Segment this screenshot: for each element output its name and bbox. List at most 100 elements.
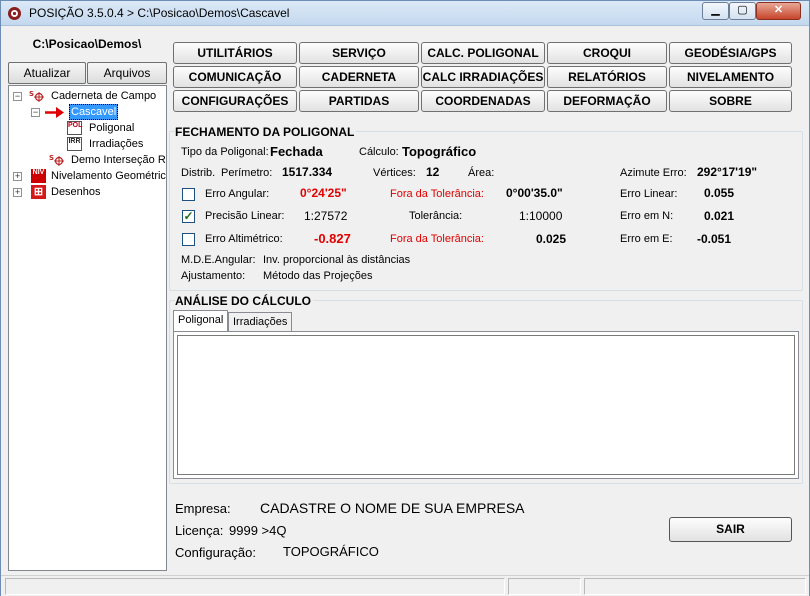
tree-item-label: Nivelamento Geométrico [51, 170, 167, 182]
mde-angular-value: Inv. proporcional às distâncias [263, 254, 411, 266]
tree-item-poligonal[interactable]: POL Poligonal [67, 120, 166, 136]
tab-poligonal[interactable]: Poligonal [173, 310, 229, 332]
licenca-label: Licença: [175, 523, 224, 538]
status-bar [1, 575, 809, 596]
drawing-icon: ⊞ [31, 185, 46, 199]
erro-linear-value: 0.055 [704, 186, 735, 200]
comunicacao-button[interactable]: COMUNICAÇÃO [173, 66, 297, 88]
erro-altimetrico-label: Erro Altimétrico: [205, 233, 283, 245]
left-panel: C:\Posicao\Demos\ Atualizar Arquivos − S… [7, 32, 167, 572]
tree-item-label: Caderneta de Campo [51, 90, 157, 102]
empresa-value: CADASTRE O NOME DE SUA EMPRESA [260, 500, 525, 516]
survey-book-icon: S [29, 90, 44, 102]
tree-item-label: Irradiações [89, 138, 144, 150]
servico-button[interactable]: SERVIÇO [299, 42, 419, 64]
expand-icon[interactable]: + [13, 172, 22, 181]
fechamento-title: FECHAMENTO DA POLIGONAL [175, 125, 357, 139]
erro-e-value: -0.051 [697, 232, 732, 246]
tree-item-caderneta[interactable]: − S Caderneta de Campo [13, 88, 166, 104]
tree-item-label: Demo Interseção Re [71, 154, 167, 166]
calc-irradiacoes-button[interactable]: CALC IRRADIAÇÕES [421, 66, 545, 88]
erro-e-label: Erro em E: [620, 233, 673, 245]
window-title: POSIÇÃO 3.5.0.4 > C:\Posicao\Demos\Casca… [29, 6, 290, 20]
collapse-icon[interactable]: − [13, 92, 22, 101]
configuracao-label: Configuração: [175, 545, 256, 560]
collapse-icon[interactable]: − [31, 108, 40, 117]
sair-button[interactable]: SAIR [669, 517, 792, 542]
analise-text-area[interactable] [177, 335, 795, 475]
calculo-label: Cálculo: [359, 146, 399, 158]
tree-item-demo-intersecao[interactable]: S Demo Interseção Re [49, 152, 167, 168]
utilitarios-button[interactable]: UTILITÁRIOS [173, 42, 297, 64]
tolerancia-angular-value: 0°00'35.0" [506, 186, 563, 200]
tree-item-label-selected: Cascavel [69, 104, 119, 120]
red-arrow-icon [45, 107, 64, 118]
expand-icon[interactable]: + [13, 188, 22, 197]
geodesia-gps-button[interactable]: GEODÉSIA/GPS [669, 42, 792, 64]
analise-title: ANÁLISE DO CÁLCULO [175, 294, 313, 308]
ajustamento-value: Método das Projeções [263, 270, 373, 282]
vertices-label: Vértices: [373, 167, 416, 179]
erro-n-label: Erro em N: [620, 210, 674, 222]
precisao-linear-checkbox[interactable]: ✓ [182, 210, 195, 223]
ajustamento-label: Ajustamento: [181, 270, 246, 282]
status-pane-3 [584, 578, 806, 595]
azimute-erro-value: 292°17'19" [697, 165, 758, 179]
current-path-label: C:\Posicao\Demos\ [32, 37, 142, 51]
licenca-value: 9999 >4Q [229, 523, 287, 538]
perimetro-value: 1517.334 [282, 165, 333, 179]
erro-angular-checkbox[interactable] [182, 188, 195, 201]
perimetro-label: Perímetro: [221, 167, 273, 179]
arquivos-button[interactable]: Arquivos [87, 62, 167, 84]
status-pane-2 [508, 578, 581, 595]
tipo-poligonal-value: Fechada [270, 144, 323, 159]
analise-tab-panel [173, 331, 799, 479]
maximize-button[interactable]: ▢ [729, 2, 756, 20]
calc-poligonal-button[interactable]: CALC. POLIGONAL [421, 42, 545, 64]
fora-tolerancia-angular-label: Fora da Tolerância: [390, 188, 484, 200]
erro-altimetrico-value: -0.827 [314, 231, 351, 246]
app-logo-icon [8, 7, 21, 20]
precisao-linear-label: Precisão Linear: [205, 210, 285, 222]
nivelamento-button[interactable]: NIVELAMENTO [669, 66, 792, 88]
svg-text:S: S [49, 154, 54, 162]
sobre-button[interactable]: SOBRE [669, 90, 792, 112]
tolerancia-label: Tolerância: [409, 210, 463, 222]
app-window: POSIÇÃO 3.5.0.4 > C:\Posicao\Demos\Casca… [0, 0, 810, 596]
irr-icon: IRR [67, 137, 82, 151]
survey-book-icon: S [49, 154, 64, 166]
tree-item-label: Poligonal [89, 122, 135, 134]
project-tree[interactable]: − S Caderneta de Campo − Cascavel POL Po… [8, 85, 167, 571]
vertices-value: 12 [426, 165, 440, 179]
svg-text:S: S [29, 90, 34, 98]
croqui-button[interactable]: CROQUI [547, 42, 667, 64]
empresa-label: Empresa: [175, 501, 231, 516]
tolerancia-value: 1:10000 [519, 209, 563, 223]
partidas-button[interactable]: PARTIDAS [299, 90, 419, 112]
precisao-linear-value: 1:27572 [304, 209, 348, 223]
niv-icon: NIV [31, 169, 46, 183]
erro-angular-label: Erro Angular: [205, 188, 270, 200]
erro-angular-value: 0°24'25" [300, 186, 347, 200]
caderneta-button[interactable]: CADERNETA [299, 66, 419, 88]
title-bar[interactable]: POSIÇÃO 3.5.0.4 > C:\Posicao\Demos\Casca… [1, 1, 809, 26]
calculo-value: Topográfico [402, 144, 477, 159]
minimize-button[interactable]: ▁ [702, 2, 729, 20]
deformacao-button[interactable]: DEFORMAÇÃO [547, 90, 667, 112]
relatorios-button[interactable]: RELATÓRIOS [547, 66, 667, 88]
fora-tolerancia-alt-label: Fora da Tolerância: [390, 233, 484, 245]
status-pane-1 [5, 578, 505, 595]
close-button[interactable]: ✕ [756, 2, 801, 20]
tree-item-nivelamento[interactable]: + NIV Nivelamento Geométrico [13, 168, 167, 184]
tree-item-desenhos[interactable]: + ⊞ Desenhos [13, 184, 166, 200]
area-label: Área: [468, 167, 495, 179]
erro-n-value: 0.021 [704, 209, 735, 223]
tree-item-cascavel[interactable]: − Cascavel [31, 104, 166, 120]
erro-altimetrico-checkbox[interactable] [182, 233, 195, 246]
configuracoes-button[interactable]: CONFIGURAÇÕES [173, 90, 297, 112]
tab-irradiacoes[interactable]: Irradiações [228, 312, 293, 331]
erro-linear-label: Erro Linear: [620, 188, 678, 200]
atualizar-button[interactable]: Atualizar [8, 62, 86, 84]
tree-item-irradiacoes[interactable]: IRR Irradiações [67, 136, 166, 152]
coordenadas-button[interactable]: COORDENADAS [421, 90, 545, 112]
